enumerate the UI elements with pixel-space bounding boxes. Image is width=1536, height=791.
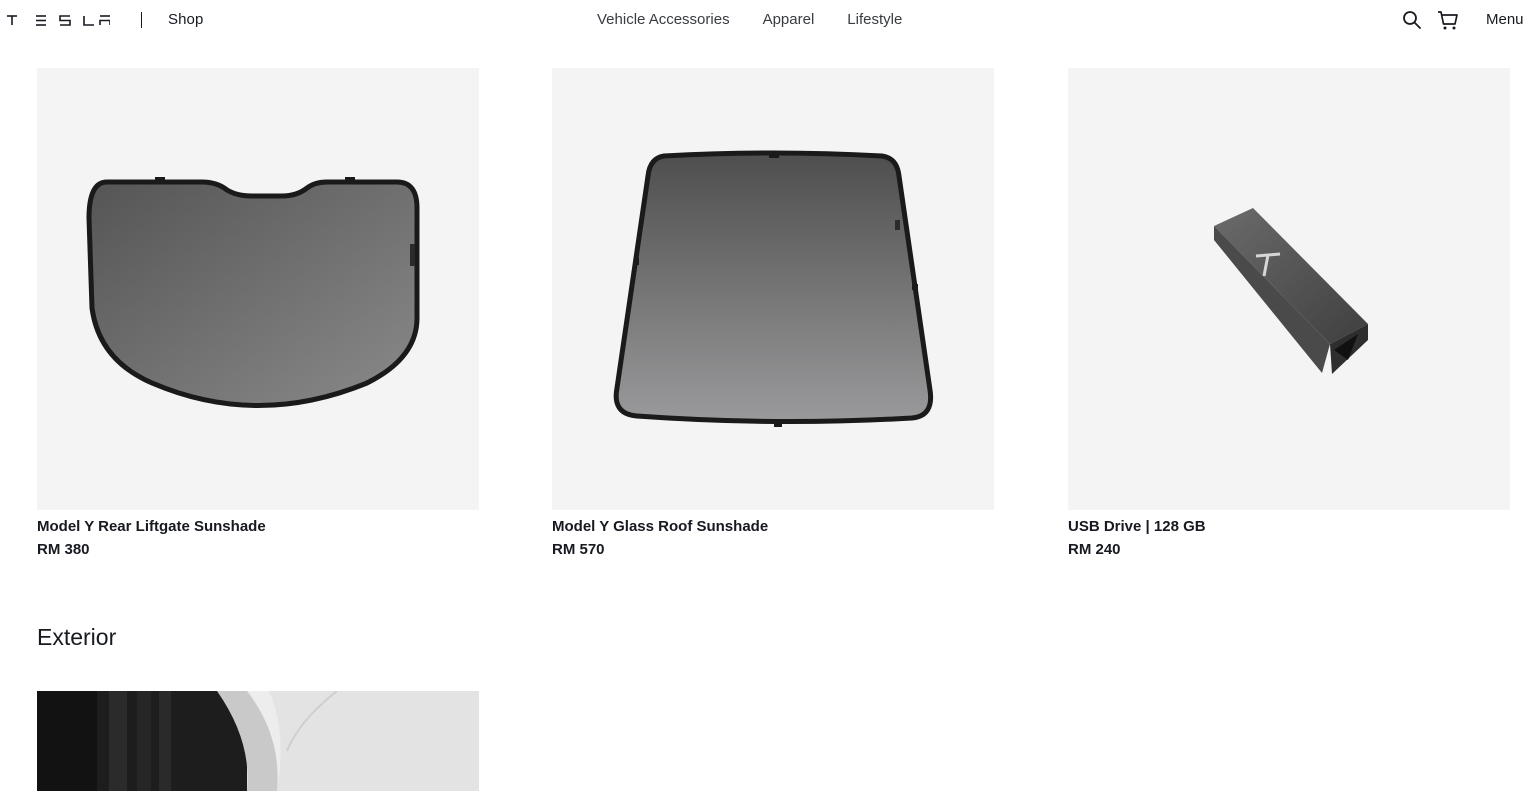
logo-divider bbox=[141, 12, 142, 28]
product-name[interactable]: USB Drive | 128 GB bbox=[1068, 518, 1510, 536]
product-price: RM 570 bbox=[552, 541, 605, 558]
liftgate-sunshade-image[interactable] bbox=[37, 68, 479, 510]
cart-icon[interactable] bbox=[1437, 9, 1459, 31]
tesla-logo[interactable] bbox=[6, 12, 111, 28]
nav-lifestyle[interactable]: Lifestyle bbox=[847, 11, 902, 28]
search-icon[interactable] bbox=[1401, 9, 1423, 31]
product-price: RM 380 bbox=[37, 541, 90, 558]
shop-link[interactable]: Shop bbox=[168, 11, 203, 28]
nav-apparel[interactable]: Apparel bbox=[763, 11, 815, 28]
usb-drive-image[interactable] bbox=[1068, 68, 1510, 510]
glass-roof-sunshade-image[interactable] bbox=[552, 68, 994, 510]
exterior-product-image[interactable] bbox=[37, 691, 479, 791]
top-nav: Vehicle Accessories Apparel Lifestyle bbox=[597, 11, 902, 28]
product-card[interactable]: Model Y Rear Liftgate Sunshade RM 380 bbox=[37, 68, 479, 559]
product-price: RM 240 bbox=[1068, 541, 1121, 558]
product-name[interactable]: Model Y Glass Roof Sunshade bbox=[552, 518, 994, 536]
nav-vehicle-accessories[interactable]: Vehicle Accessories bbox=[597, 11, 730, 28]
site-header: Shop Vehicle Accessories Apparel Lifesty… bbox=[0, 0, 1536, 42]
product-card[interactable]: USB Drive | 128 GB RM 240 bbox=[1068, 68, 1510, 559]
menu-button[interactable]: Menu bbox=[1486, 11, 1524, 28]
product-card[interactable]: Model Y Glass Roof Sunshade RM 570 bbox=[552, 68, 994, 559]
product-name[interactable]: Model Y Rear Liftgate Sunshade bbox=[37, 518, 479, 536]
section-title-exterior: Exterior bbox=[37, 624, 117, 650]
